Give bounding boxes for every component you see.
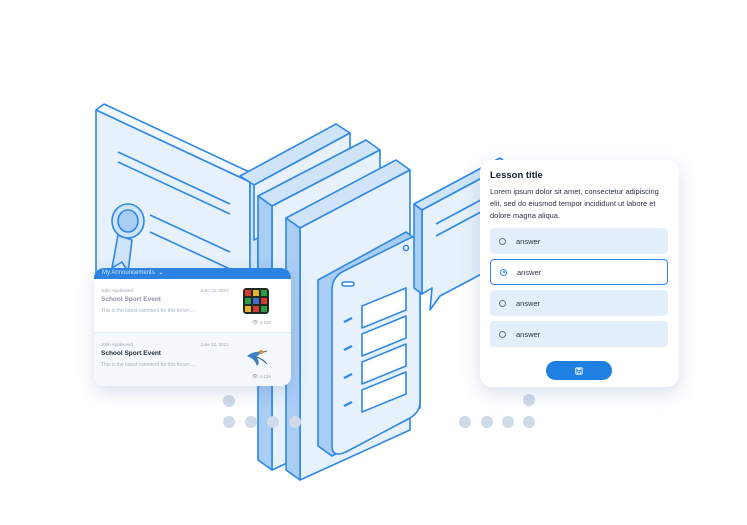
announcement-views: 👁 4.12K	[252, 374, 271, 380]
announcements-header[interactable]: My Announcements ⌄	[94, 268, 291, 279]
save-button[interactable]	[546, 361, 612, 380]
announcement-item[interactable]: John Appleseed June 12, 2021 School Spor…	[94, 333, 291, 386]
announcement-author: John Appleseed	[101, 288, 134, 293]
save-icon	[575, 366, 583, 375]
lesson-body: Lorem ipsum dolor sit amet, consectetur …	[490, 187, 659, 220]
answer-label: answer	[516, 298, 541, 308]
announcement-comment: This is the latest comment for this foru…	[101, 308, 196, 314]
views-count: 4.12K	[259, 320, 272, 325]
lesson-title: Lesson title	[490, 170, 543, 181]
game-board-image	[243, 288, 269, 314]
answer-option-1[interactable]: answer	[490, 228, 668, 254]
chevron-down-icon[interactable]: ⌄	[158, 270, 163, 276]
views-count: 4.12K	[259, 374, 272, 379]
announcements-card: My Announcements ⌄ John Appleseed June 1…	[94, 268, 291, 386]
announcement-date: June 12, 2021	[200, 342, 229, 347]
announcement-item[interactable]: John Appleseed June 12, 2021 School Spor…	[94, 279, 291, 332]
announcement-title: School Sport Event	[101, 350, 161, 357]
announcements-header-label: My Announcements	[102, 270, 155, 276]
announcement-comment: This is the latest comment for this foru…	[101, 362, 196, 368]
announcement-views: 👁 4.12K	[252, 320, 271, 326]
lesson-quiz-card: Lesson title Lorem ipsum dolor sit amet,…	[480, 160, 679, 387]
radio-button[interactable]	[499, 237, 506, 245]
radio-button[interactable]	[499, 330, 506, 338]
answer-label: answer	[516, 329, 541, 339]
bird-image	[247, 350, 268, 366]
eye-icon: 👁	[252, 320, 259, 326]
answer-option-2[interactable]: answer	[490, 259, 668, 285]
answer-label: answer	[516, 236, 541, 246]
announcement-date: June 12, 2021	[200, 288, 229, 293]
pagination-dots-right	[459, 394, 535, 428]
answer-option-3[interactable]: answer	[490, 290, 668, 316]
eye-icon: 👁	[252, 374, 259, 380]
answer-label: answer	[517, 267, 542, 277]
announcement-author: John Appleseed	[101, 342, 134, 347]
radio-button[interactable]	[499, 299, 506, 307]
radio-button-selected[interactable]	[500, 268, 507, 276]
answer-option-4[interactable]: answer	[490, 321, 668, 347]
announcement-title: School Sport Event	[101, 296, 161, 303]
